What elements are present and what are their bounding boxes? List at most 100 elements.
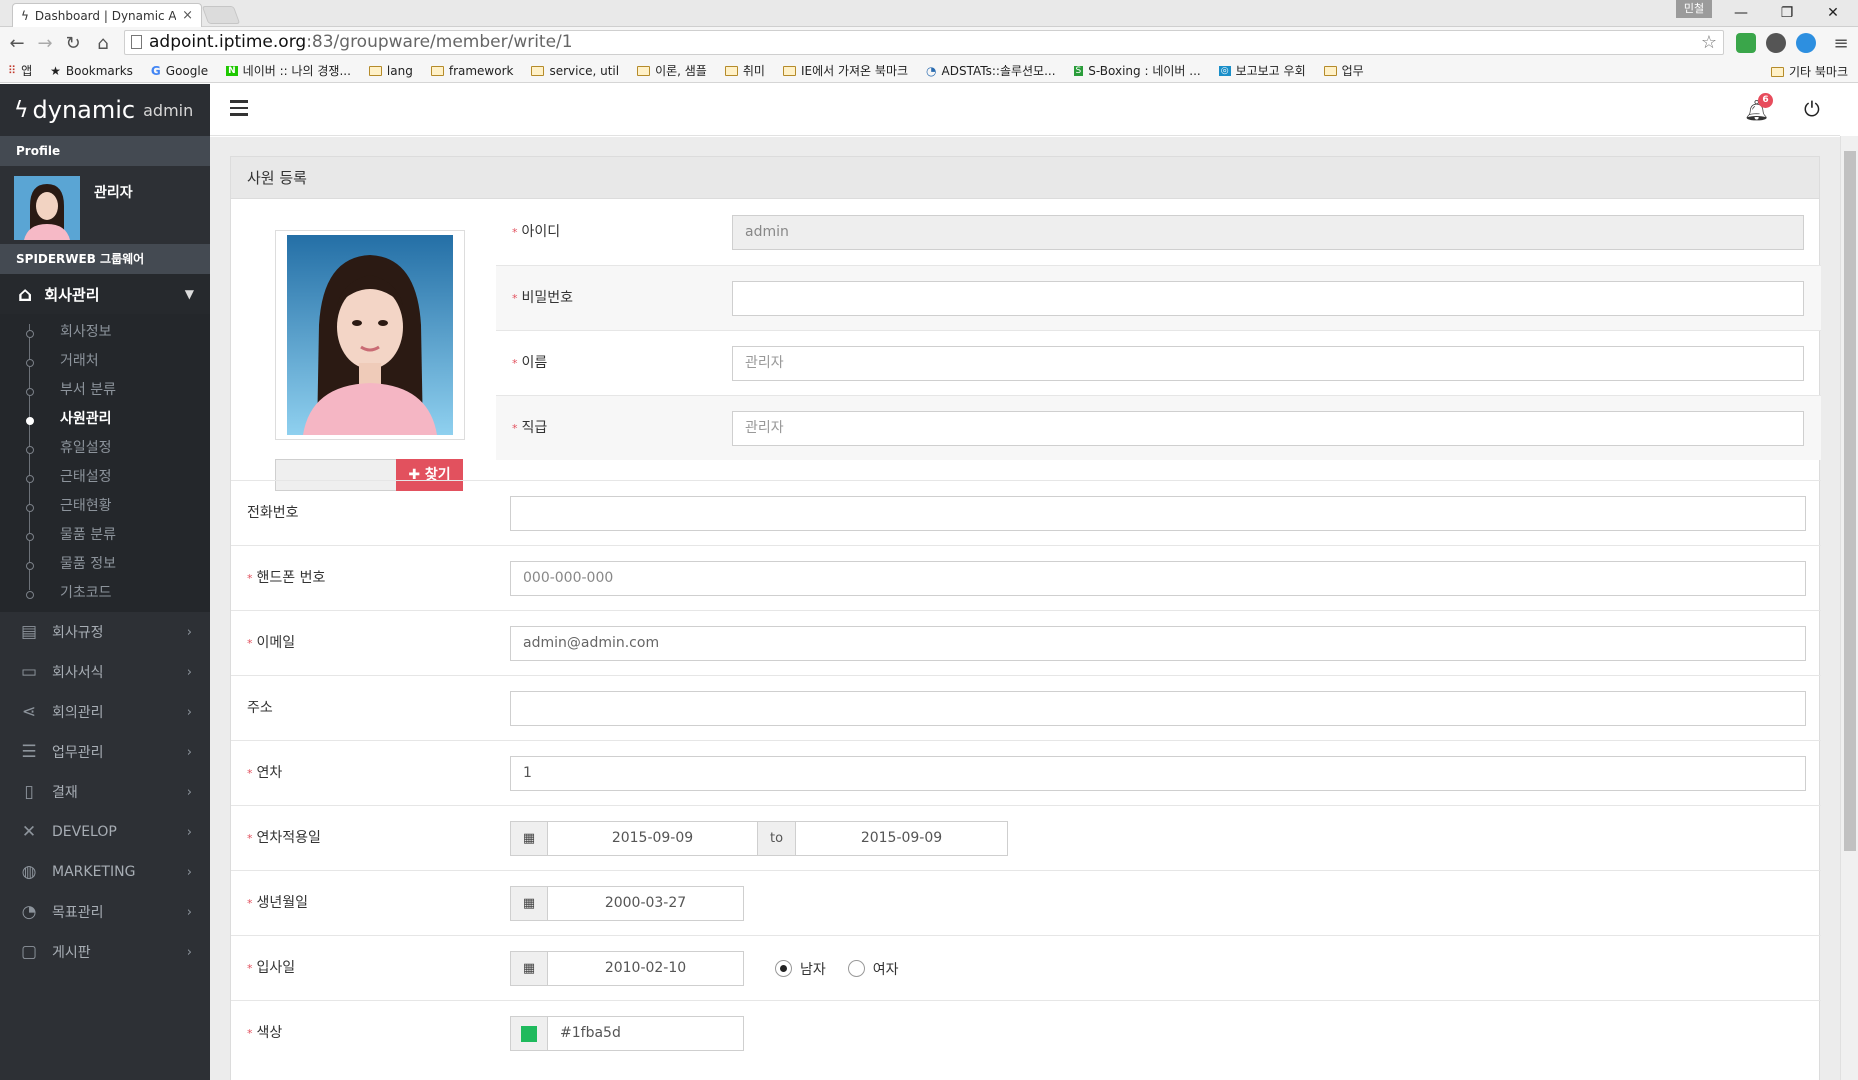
- leave-to-input[interactable]: 2015-09-09: [796, 821, 1008, 856]
- label-password: * 비밀번호: [512, 290, 574, 306]
- submenu-item[interactable]: 근태설정: [0, 463, 210, 492]
- power-icon[interactable]: ⏻: [1804, 97, 1820, 121]
- bookmark-item[interactable]: service, util: [531, 64, 619, 78]
- calendar-icon[interactable]: ▦: [510, 821, 548, 856]
- chevron-right-icon: ›: [186, 824, 192, 840]
- menu-item[interactable]: ▢ 게시판 ›: [0, 932, 210, 972]
- chevron-right-icon: ›: [186, 624, 192, 640]
- hamburger-menu-icon[interactable]: [230, 100, 248, 116]
- submenu-item[interactable]: 물품 분류: [0, 521, 210, 550]
- bookmark-item[interactable]: S S-Boxing : 네이버 ...: [1073, 62, 1201, 79]
- page-scrollbar[interactable]: [1840, 136, 1858, 1080]
- app-logo[interactable]: ϟ dynamic admin: [0, 84, 210, 136]
- bookmark-item[interactable]: ◎ 보고보고 우회: [1218, 62, 1306, 79]
- row-mobile: * 핸드폰 번호 000-000-000: [231, 545, 1821, 610]
- bookmark-item[interactable]: lang: [368, 64, 413, 78]
- star-icon: ★: [50, 63, 61, 78]
- chevron-right-icon: ›: [186, 784, 192, 800]
- submenu-item[interactable]: 기초코드: [0, 579, 210, 608]
- color-input[interactable]: #1fba5d: [548, 1016, 744, 1051]
- address-bar-row: ← → ↻ ⌂ adpoint.iptime.org:83/groupware/…: [0, 27, 1858, 59]
- menu-item[interactable]: ✕ DEVELOP ›: [0, 812, 210, 852]
- bookmark-item[interactable]: framework: [430, 64, 513, 78]
- bookmark-item[interactable]: G Google: [151, 64, 208, 78]
- url-path: :83/groupware/member/write/1: [306, 32, 573, 52]
- forward-icon[interactable]: →: [34, 33, 56, 54]
- submenu-item[interactable]: 부서 분류: [0, 376, 210, 405]
- mobile-input[interactable]: 000-000-000: [510, 561, 1806, 596]
- bookmark-item[interactable]: 업무: [1323, 62, 1364, 79]
- menu-item[interactable]: ☰ 업무관리 ›: [0, 732, 210, 772]
- minimize-icon[interactable]: —: [1718, 2, 1764, 24]
- extension-download-icon[interactable]: [1796, 33, 1816, 53]
- chevron-right-icon: ›: [186, 744, 192, 760]
- url-input[interactable]: adpoint.iptime.org:83/groupware/member/w…: [124, 30, 1724, 55]
- bookmark-item[interactable]: ⠿ 앱: [8, 62, 32, 79]
- leave-input[interactable]: 1: [510, 756, 1806, 791]
- apps-icon: ⠿: [8, 64, 17, 77]
- folder-icon: [368, 65, 382, 76]
- password-input[interactable]: [732, 281, 1804, 316]
- extension-headphones-icon[interactable]: [1766, 33, 1786, 53]
- bookmark-item[interactable]: ◔ ADSTATs::솔루션모...: [926, 62, 1056, 79]
- email-input[interactable]: admin@admin.com: [510, 626, 1806, 661]
- address-input[interactable]: [510, 691, 1806, 726]
- tab-close-icon[interactable]: ×: [182, 8, 193, 23]
- home-icon[interactable]: ⌂: [92, 33, 114, 54]
- chevron-right-icon: ›: [186, 944, 192, 960]
- submenu-item[interactable]: 물품 정보: [0, 550, 210, 579]
- menu-item[interactable]: ⋖ 회의관리 ›: [0, 692, 210, 732]
- leave-from-input[interactable]: 2015-09-09: [548, 821, 758, 856]
- submenu-item[interactable]: 휴일설정: [0, 434, 210, 463]
- id-input[interactable]: admin: [732, 215, 1804, 250]
- color-swatch[interactable]: [510, 1016, 548, 1051]
- menu-item[interactable]: ▯ 결재 ›: [0, 772, 210, 812]
- gender-male-radio[interactable]: [775, 960, 792, 977]
- folder-icon: ▭: [20, 662, 38, 682]
- other-bookmarks[interactable]: 기타 북마크: [1770, 63, 1848, 80]
- back-icon[interactable]: ←: [6, 33, 28, 54]
- calendar-icon[interactable]: ▦: [510, 951, 548, 986]
- chevron-right-icon: ›: [186, 904, 192, 920]
- reload-icon[interactable]: ↻: [62, 33, 84, 54]
- bookmark-star-icon[interactable]: ☆: [1701, 31, 1717, 54]
- name-input[interactable]: 관리자: [732, 346, 1804, 381]
- restore-icon[interactable]: ❐: [1764, 2, 1810, 24]
- submenu-item[interactable]: 회사정보: [0, 318, 210, 347]
- submenu-item[interactable]: 거래처: [0, 347, 210, 376]
- panel-title: 사원 등록: [231, 157, 1819, 199]
- bookmark-item[interactable]: IE에서 가져온 북마크: [782, 62, 908, 79]
- position-input[interactable]: 관리자: [732, 411, 1804, 446]
- close-window-icon[interactable]: ✕: [1810, 2, 1856, 24]
- hire-input[interactable]: 2010-02-10: [548, 951, 744, 986]
- profile-section-header: Profile: [0, 136, 210, 166]
- phone-input[interactable]: [510, 496, 1806, 531]
- calendar-icon[interactable]: ▦: [510, 886, 548, 921]
- row-email: * 이메일 admin@admin.com: [231, 610, 1821, 675]
- menu-item[interactable]: ▤ 회사규정 ›: [0, 612, 210, 652]
- submenu-item-active[interactable]: 사원관리: [0, 405, 210, 434]
- birth-input[interactable]: 2000-03-27: [548, 886, 744, 921]
- bookmark-item[interactable]: N 네이버 :: 나의 경쟁...: [226, 62, 351, 79]
- menu-item[interactable]: ◔ 목표관리 ›: [0, 892, 210, 932]
- bookmark-item[interactable]: ★ Bookmarks: [50, 64, 133, 78]
- row-birth: * 생년월일 ▦ 2000-03-27: [231, 870, 1821, 935]
- extension-green-icon[interactable]: [1736, 33, 1756, 53]
- bookmark-item[interactable]: 취미: [724, 62, 765, 79]
- row-leave-period: * 연차적용일 ▦ 2015-09-09 to 2015-09-09: [231, 805, 1821, 870]
- new-tab-button[interactable]: [201, 6, 241, 24]
- row-name: * 이름 관리자: [496, 330, 1821, 395]
- menu-item[interactable]: ▭ 회사서식 ›: [0, 652, 210, 692]
- submenu-item[interactable]: 근태현황: [0, 492, 210, 521]
- gender-female-radio[interactable]: [847, 960, 865, 977]
- menu-company-management[interactable]: ⌂ 회사관리 ▼: [0, 274, 210, 314]
- scrollbar-thumb[interactable]: [1844, 151, 1856, 851]
- browser-user-chip[interactable]: 민철: [1676, 0, 1712, 18]
- avatar[interactable]: [14, 176, 80, 240]
- row-leave: * 연차 1: [231, 740, 1821, 805]
- browser-menu-icon[interactable]: ≡: [1830, 33, 1852, 54]
- bookmark-item[interactable]: 이론, 샘플: [637, 62, 707, 79]
- row-position: * 직급 관리자: [496, 395, 1821, 460]
- menu-item[interactable]: ◍ MARKETING ›: [0, 852, 210, 892]
- browser-tab[interactable]: ϟ Dashboard | Dynamic Ad ×: [12, 3, 202, 27]
